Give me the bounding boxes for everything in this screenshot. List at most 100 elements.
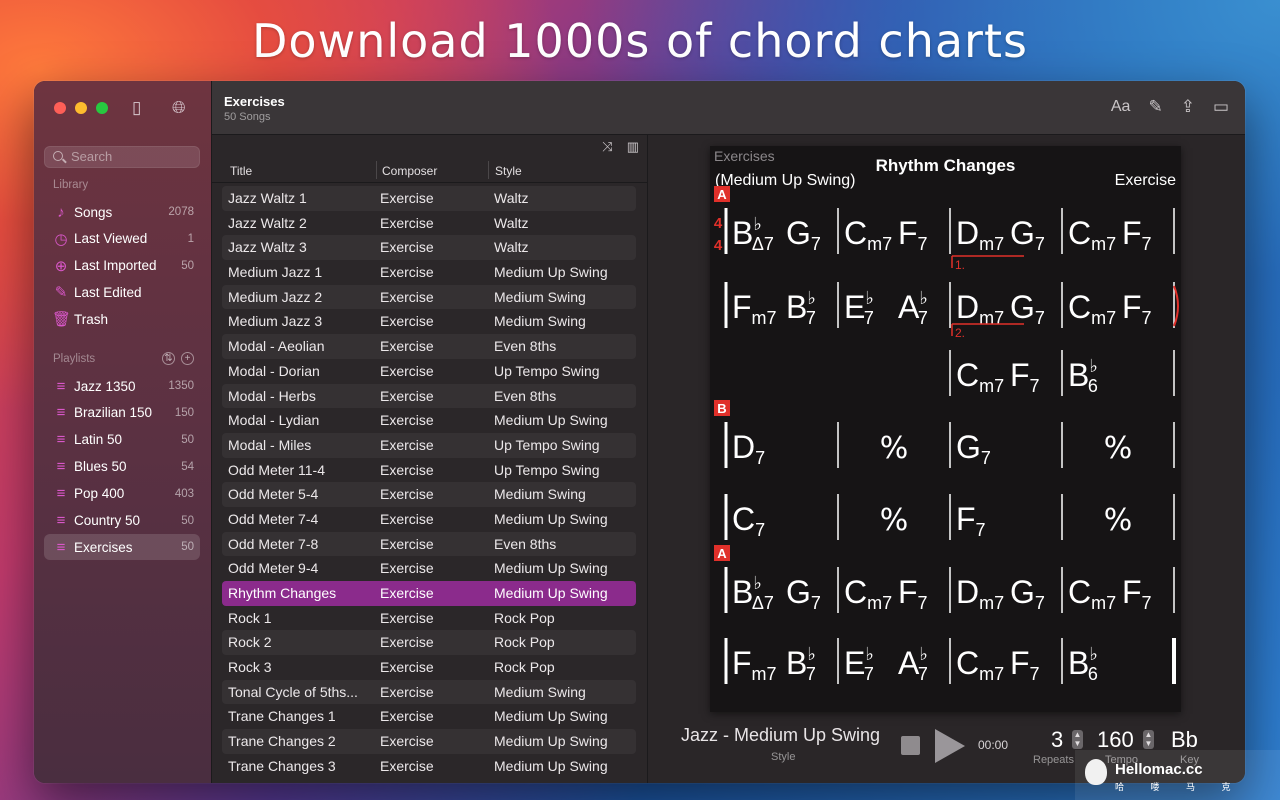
chord-symbol: Cm7	[1068, 289, 1116, 328]
table-row[interactable]: Rock 3 Exercise Rock Pop	[222, 655, 636, 680]
ending-number: 1.	[955, 258, 965, 272]
table-row[interactable]: Medium Jazz 1 Exercise Medium Up Swing	[222, 260, 636, 285]
sidebar-item-brazilian-150[interactable]: ≡ Brazilian 150 150	[44, 400, 200, 426]
playlist-actions: ⇅ +	[162, 352, 194, 365]
table-row[interactable]: Rock 1 Exercise Rock Pop	[222, 606, 636, 631]
table-row[interactable]: Medium Jazz 3 Exercise Medium Swing	[222, 309, 636, 334]
sidebar-item-jazz-1350[interactable]: ≡ Jazz 1350 1350	[44, 373, 200, 399]
table-row[interactable]: Trane Changes 2 Exercise Medium Up Swing	[222, 729, 636, 754]
chord-symbol: C7	[732, 501, 765, 540]
table-row[interactable]: Trane Changes 3 Exercise Medium Up Swing	[222, 754, 636, 779]
globe-icon[interactable]: 🌐︎	[172, 98, 186, 118]
library-section-label: Library	[53, 179, 89, 191]
table-row[interactable]: Jazz Waltz 3 Exercise Waltz	[222, 235, 636, 261]
chord-chart[interactable]: Exercises Rhythm Changes (Medium Up Swin…	[710, 146, 1181, 712]
sidebar-item-exercises[interactable]: ≡ Exercises 50	[44, 534, 200, 561]
table-row[interactable]: Modal - Herbs Exercise Even 8ths	[222, 383, 636, 409]
repeats-stepper[interactable]: ▲ ▼	[1072, 730, 1083, 749]
search-input[interactable]: Search	[44, 146, 200, 168]
apple-logo-icon	[1085, 759, 1107, 785]
zoom-window-button[interactable]	[96, 102, 108, 114]
minimize-window-button[interactable]	[75, 102, 87, 114]
table-row[interactable]: Odd Meter 9-4 Exercise Medium Up Swing	[222, 556, 636, 581]
column-header-composer[interactable]: Composer	[382, 164, 437, 178]
sidebar-item-label: Jazz 1350	[74, 378, 136, 394]
chord-symbol: G7	[1010, 574, 1045, 613]
sidebar-item-last-imported[interactable]: ⊕ Last Imported 50	[44, 253, 200, 279]
inspector-toggle-icon[interactable]: ▭	[1213, 97, 1229, 117]
table-row[interactable]: Modal - Aeolian Exercise Even 8ths	[222, 334, 636, 359]
table-row[interactable]: Rock 2 Exercise Rock Pop	[222, 630, 636, 656]
sidebar-item-last-viewed[interactable]: ◷ Last Viewed 1	[44, 226, 200, 252]
table-row[interactable]: Odd Meter 11-4 Exercise Up Tempo Swing	[222, 458, 636, 483]
chord-symbol: F7	[898, 574, 928, 613]
tempo-stepper[interactable]: ▲ ▼	[1143, 730, 1154, 749]
chord-grid: AB♭ Δ7 G7 Cm7 F7 Dm7 G7 Cm7 F71.Fm7 B♭ 7 E♭ 7 A♭ 7 Dm7 G…	[714, 186, 1179, 684]
cell-title: Jazz Waltz 3	[228, 239, 307, 256]
sidebar-item-count: 150	[174, 406, 194, 419]
sidebar-item-latin-50[interactable]: ≡ Latin 50 50	[44, 427, 200, 453]
collection-song-count: 50 Songs	[224, 111, 271, 123]
sidebar-item-songs[interactable]: ♪ Songs 2078	[44, 199, 200, 225]
trash-icon: 🗑︎	[52, 311, 72, 329]
sidebar-item-pop-400[interactable]: ≡ Pop 400 403	[44, 481, 200, 507]
sidebar-toggle-icon[interactable]: ▯	[132, 98, 141, 118]
style-label: Style	[771, 751, 796, 763]
column-header-style[interactable]: Style	[495, 164, 522, 178]
cell-style: Medium Up Swing	[494, 412, 608, 429]
cell-style: Rock Pop	[494, 659, 555, 676]
column-divider[interactable]	[376, 161, 377, 179]
cell-style: Waltz	[494, 214, 529, 231]
chord-symbol: F7	[1010, 645, 1040, 684]
share-icon[interactable]: ⇪	[1181, 97, 1195, 117]
repeat-sign: %	[880, 503, 909, 538]
font-size-button[interactable]: Aa	[1111, 98, 1131, 116]
close-window-button[interactable]	[54, 102, 66, 114]
table-row[interactable]: Jazz Waltz 1 Exercise Waltz	[222, 186, 636, 211]
column-divider[interactable]	[488, 161, 489, 179]
sidebar-item-country-50[interactable]: ≡ Country 50 50	[44, 508, 200, 534]
chord-symbol: Cm7	[956, 357, 1004, 396]
chord-symbol: Dm7	[956, 215, 1004, 254]
repeat-sign: %	[880, 431, 909, 466]
song-list-rows: Jazz Waltz 1 Exercise Waltz Jazz Waltz 2 Exe…	[222, 186, 636, 779]
repeat-sign: %	[1104, 503, 1133, 538]
table-row[interactable]: Tonal Cycle of 5ths... Exercise Medium Swi…	[222, 679, 636, 705]
sidebar-item-count: 1	[187, 232, 194, 245]
sidebar-item-blues-50[interactable]: ≡ Blues 50 54	[44, 454, 200, 480]
columns-icon[interactable]: ▥	[627, 139, 639, 155]
cell-composer: Exercise	[380, 659, 434, 676]
sidebar-item-label: Exercises	[74, 539, 133, 555]
table-row[interactable]: Jazz Waltz 2 Exercise Waltz	[222, 211, 636, 236]
add-playlist-icon[interactable]: +	[181, 352, 194, 365]
sidebar-item-label: Last Edited	[74, 284, 142, 300]
table-row[interactable]: Modal - Dorian Exercise Up Tempo Swing	[222, 359, 636, 384]
table-row[interactable]: Medium Jazz 2 Exercise Medium Swing	[222, 284, 636, 310]
cell-style: Even 8ths	[494, 387, 557, 404]
play-button[interactable]	[935, 729, 965, 763]
table-row[interactable]: Rhythm Changes Exercise Medium Up Swing	[222, 581, 636, 606]
sidebar-item-last-edited[interactable]: ✎ Last Edited	[44, 279, 200, 305]
edit-pencil-icon[interactable]: ✎	[1148, 97, 1162, 117]
table-row[interactable]: Modal - Miles Exercise Up Tempo Swing	[222, 432, 636, 458]
sidebar-item-trash[interactable]: 🗑︎ Trash	[44, 306, 200, 332]
sort-playlists-icon[interactable]: ⇅	[162, 352, 175, 365]
table-row[interactable]: Modal - Lydian Exercise Medium Up Swing	[222, 408, 636, 433]
stop-button[interactable]	[901, 736, 920, 755]
chord-symbol: F7	[1122, 289, 1152, 328]
table-row[interactable]: Odd Meter 7-8 Exercise Even 8ths	[222, 531, 636, 557]
cell-style: Medium Up Swing	[494, 757, 608, 774]
cell-composer: Exercise	[380, 609, 434, 626]
style-selector[interactable]: Jazz - Medium Up Swing	[681, 725, 880, 746]
cell-composer: Exercise	[380, 313, 434, 330]
cell-title: Trane Changes 1	[228, 708, 336, 725]
sidebar: ▯ 🌐︎ Search Library ♪ Songs 2078 ◷ Last View…	[34, 81, 212, 783]
column-header-title[interactable]: Title	[230, 164, 252, 178]
cell-composer: Exercise	[380, 412, 434, 429]
shuffle-icon[interactable]: ⤨	[602, 139, 612, 155]
repeats-value: 3	[1051, 727, 1064, 752]
table-row[interactable]: Odd Meter 7-4 Exercise Medium Up Swing	[222, 507, 636, 532]
table-row[interactable]: Trane Changes 1 Exercise Medium Up Swing	[222, 704, 636, 729]
cell-composer: Exercise	[380, 510, 434, 527]
table-row[interactable]: Odd Meter 5-4 Exercise Medium Swing	[222, 482, 636, 507]
